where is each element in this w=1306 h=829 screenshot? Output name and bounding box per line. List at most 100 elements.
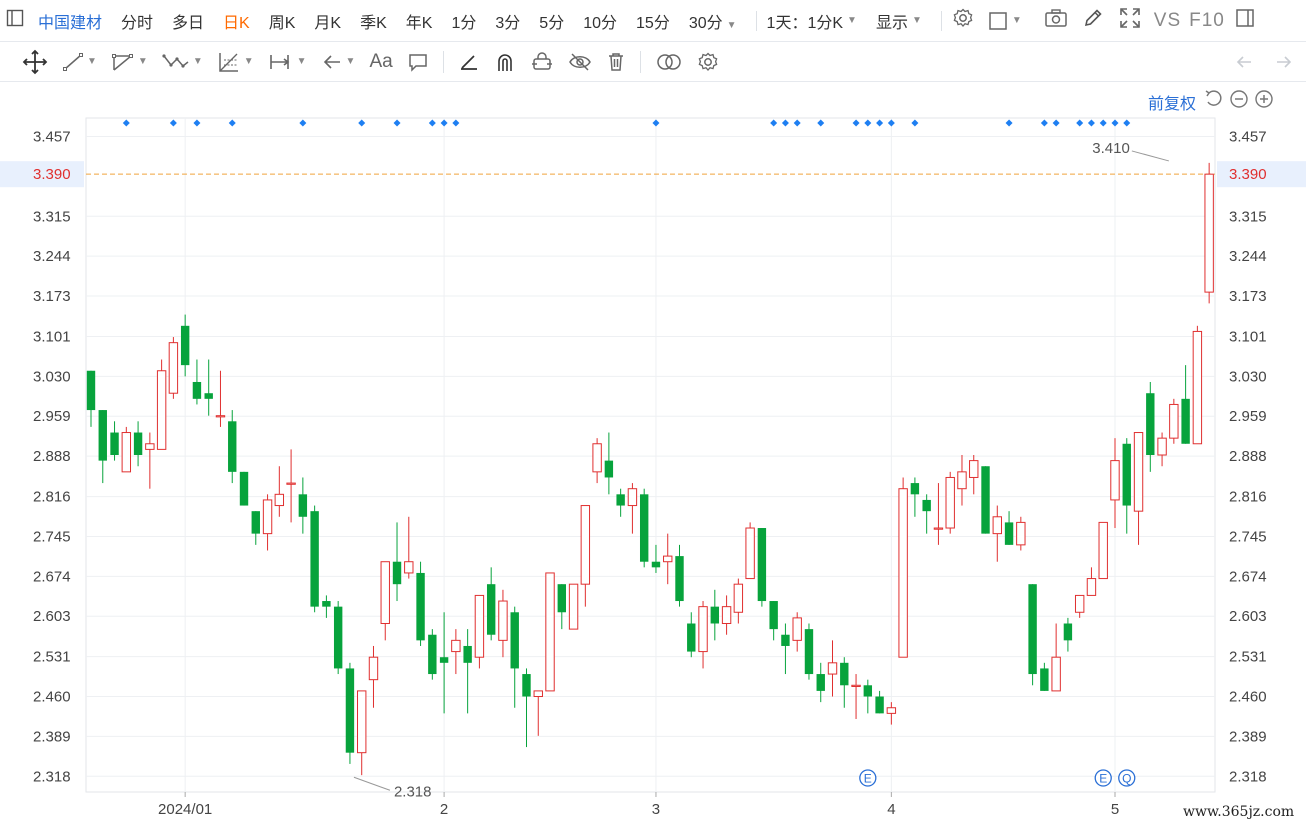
y-tick-label-right: 2.816 [1229,489,1267,506]
period-tab[interactable]: 15分 [636,9,670,33]
candle-body-up [380,561,390,625]
panel-toggle-icon[interactable] [6,9,24,32]
overlay-compare-icon[interactable] [655,51,683,73]
candle-body-up [1086,578,1097,596]
period-tab[interactable]: 30分 ▼ [689,9,737,33]
candle-body-down [1040,668,1049,691]
period-tab[interactable]: 日K [223,9,250,33]
candle-body-down [557,584,566,613]
candle-body-down [416,572,425,641]
candle-body-up [357,690,367,754]
line-segment-icon [63,52,83,71]
y-tick-label-left: 3.315 [33,208,71,225]
camera-icon[interactable] [1044,8,1068,33]
y-tick-label-right: 2.745 [1229,528,1267,545]
period-tabs: 分时 多日 日K 周K 月K 季K 年K 1分 3分 5分 10分 15分 30分 ▼ [121,9,756,33]
candle-body-down [510,612,519,669]
candle-body-up [121,432,132,473]
arrow-left-icon [323,54,340,69]
y-tick-label-right: 2.460 [1229,689,1267,706]
event-marker-label: Q [1122,772,1131,786]
y-tick-label-left: 3.101 [33,328,71,345]
candle-body-up [1192,330,1203,445]
candle-body-down [333,606,343,669]
candle-body-down [651,561,661,568]
candle-body-up [145,443,155,450]
arrow-tool[interactable]: ▼ [321,51,355,73]
chart-settings-gear-icon[interactable] [697,51,719,73]
candle-body-up [721,606,732,625]
y-tick-label-right: 3.457 [1229,129,1267,146]
candle-body-up [733,583,744,613]
candle-body-up [1098,521,1108,580]
candle-body-up [1074,594,1085,613]
x-tick-label: 3 [652,801,660,818]
period-tab[interactable]: 周K [269,9,296,33]
magnet-icon[interactable] [494,51,516,73]
undo-icon[interactable] [1234,51,1256,78]
low-annotation-label: 2.318 [394,783,432,800]
f10-button[interactable]: F10 [1189,10,1225,32]
chart-corner-controls: 前复权 [1148,89,1274,114]
zoom-out-icon[interactable] [1229,89,1249,114]
period-tab[interactable]: 年K [406,9,433,33]
candle-body-up [474,594,485,658]
candle-body-up [215,415,226,418]
candle-body-down [522,674,531,697]
candle-body-down [133,432,143,455]
period-tab[interactable]: 分时 [121,9,153,33]
settings-gear-icon[interactable] [952,7,974,34]
candle-body-down [816,674,825,691]
vs-button[interactable]: VS [1154,10,1181,32]
range-measure-tool[interactable]: ▼ [268,51,307,73]
stock-name[interactable]: 中国建材 [38,9,102,33]
candle-body-up [745,527,755,580]
x-tick-label: 5 [1111,801,1119,818]
y-tick-label-left: 2.888 [33,448,71,465]
candle-body-up [592,443,602,473]
period-tab[interactable]: 1分 [451,9,476,33]
hide-drawings-eye-icon[interactable] [568,51,592,73]
period-tab[interactable]: 月K [314,9,341,33]
candle-body-up [156,370,167,450]
display-menu[interactable]: 显示 ▼ [876,9,922,33]
fullscreen-icon[interactable] [1118,6,1142,35]
lock-drawings-icon[interactable] [530,51,554,73]
y-tick-label-right: 3.173 [1229,288,1267,305]
period-select-label: 1天：1分K [766,14,844,32]
period-tab[interactable]: 多日 [172,9,204,33]
y-tick-label-left: 3.457 [33,129,71,146]
price-adjust-toggle[interactable]: 前复权 [1148,90,1196,114]
redo-icon[interactable] [1272,51,1294,78]
ruler-icon[interactable] [458,51,480,73]
text-tool[interactable]: Aa [369,51,392,73]
chevron-down-icon: ▼ [192,56,203,67]
period-tab[interactable]: 3分 [495,9,520,33]
comment-icon[interactable] [407,51,429,73]
fibonacci-tool[interactable]: ▼ [217,50,254,74]
x-tick-label: 4 [887,801,895,818]
compare-checkbox[interactable]: ▼ [988,11,1022,31]
wave-tool[interactable]: ▼ [162,51,203,73]
channel-tool[interactable]: ▼ [111,51,148,73]
move-crosshair-icon[interactable] [22,49,48,75]
zoom-in-icon[interactable] [1254,89,1274,114]
period-tab[interactable]: 5分 [539,9,564,33]
candle-body-up [945,476,955,529]
candle-body-down [463,645,472,663]
candle-body-down [757,528,767,602]
reset-view-icon[interactable] [1204,89,1224,114]
period-tab[interactable]: 季K [360,9,387,33]
candle-body-up [404,561,414,574]
side-panel-icon[interactable] [1235,8,1255,33]
candlestick-chart[interactable]: 3.457 3.457 3.315 3.315 3.244 3.244 3.173 3.173… [0,82,1306,822]
period-select[interactable]: 1天：1分K ▼ [767,9,857,33]
candle-body-up [627,488,638,507]
candle-body-down [675,556,684,602]
trash-icon[interactable] [606,51,626,73]
pencil-icon[interactable] [1082,7,1104,34]
candle-body-up [698,606,708,653]
line-tool[interactable]: ▼ [62,51,97,73]
period-tab[interactable]: 10分 [583,9,617,33]
divider [639,50,641,73]
